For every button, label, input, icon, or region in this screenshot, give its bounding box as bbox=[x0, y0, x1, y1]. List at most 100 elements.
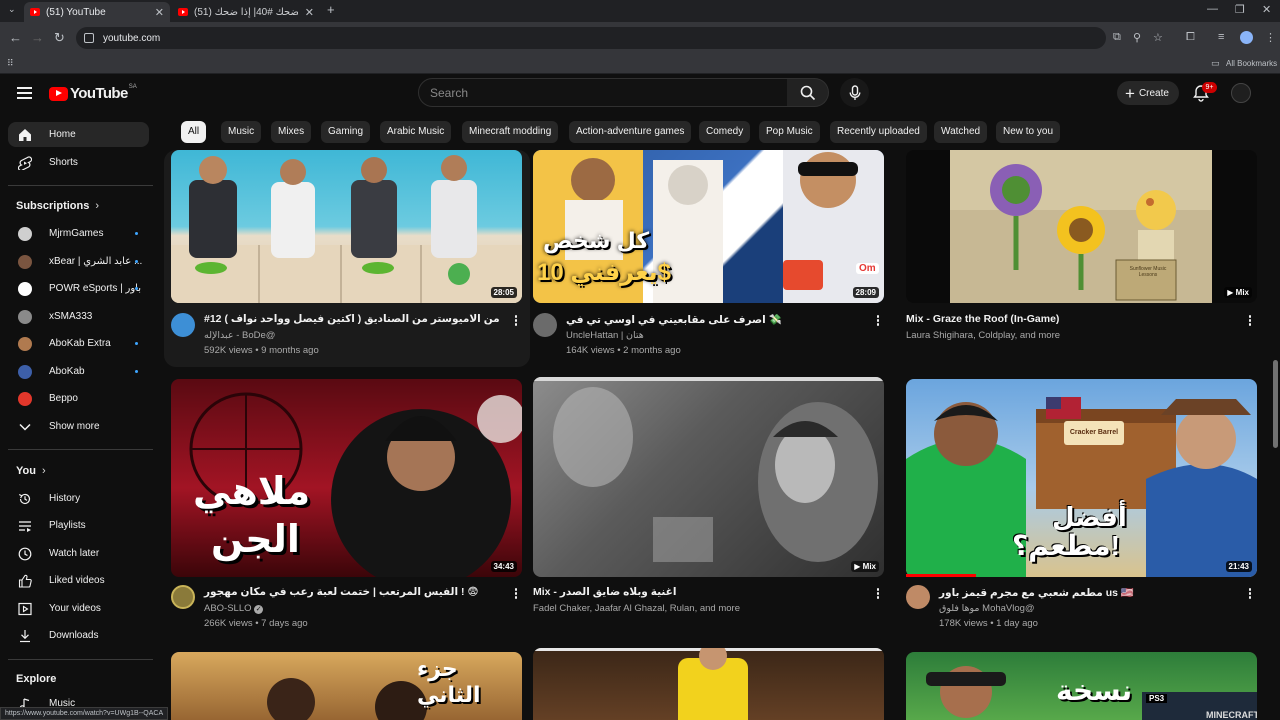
profile-icon[interactable] bbox=[1240, 31, 1253, 44]
channel-avatar[interactable] bbox=[171, 585, 195, 609]
chip-music[interactable]: Music bbox=[221, 121, 262, 143]
chip-new-to-you[interactable]: New to you bbox=[996, 121, 1061, 143]
chip-watched[interactable]: Watched bbox=[934, 121, 988, 143]
sidebar-item-your-videos[interactable]: Your videos bbox=[8, 596, 149, 621]
channel-avatar[interactable] bbox=[906, 585, 930, 609]
video-title[interactable]: اصرف على مقابعيني في اوسي تي في 💸 bbox=[566, 313, 782, 326]
video-thumbnail[interactable]: ▶︎ Mix bbox=[533, 377, 884, 577]
video-duration: 21:43 bbox=[1225, 561, 1252, 572]
chip-action-adventure-games[interactable]: Action-adventure games bbox=[569, 121, 692, 143]
sidebar-item-watch-later[interactable]: Watch later bbox=[8, 541, 149, 566]
sidebar-item-shorts[interactable]: Shorts bbox=[8, 150, 149, 175]
back-icon[interactable]: ← bbox=[9, 30, 22, 45]
bookmark-star-icon[interactable]: ☆ bbox=[1153, 31, 1163, 44]
sidebar-item-subscription[interactable]: AboKab Extra bbox=[8, 331, 149, 356]
sidebar-item-subscription[interactable]: Beppo bbox=[8, 386, 149, 411]
media-controls-icon[interactable]: ≡ bbox=[1218, 31, 1224, 43]
channel-avatar[interactable] bbox=[171, 313, 195, 337]
video-channel[interactable]: Fadel Chaker, Jaafar Al Ghazal, Rulan, a… bbox=[533, 603, 740, 614]
youtube-logo[interactable]: YouTube SA bbox=[49, 84, 137, 102]
more-actions-icon[interactable] bbox=[1248, 314, 1252, 327]
sidebar-item-liked-videos[interactable]: Liked videos bbox=[8, 568, 149, 593]
sidebar-item-subscription[interactable]: MjrmGames bbox=[8, 221, 149, 246]
video-title[interactable]: #12 من الاميوستر من الصناديق ( اكتين فيص… bbox=[204, 313, 500, 325]
thumbnail-text: مطعم؟! bbox=[1012, 530, 1120, 561]
sidebar-item-downloads[interactable]: Downloads bbox=[8, 623, 149, 648]
video-thumbnail[interactable]: نسخة PS3 MINECRAFT bbox=[906, 652, 1257, 720]
chip-mixes[interactable]: Mixes bbox=[271, 121, 312, 143]
chip-all[interactable]: All bbox=[181, 121, 207, 143]
subscriptions-heading[interactable]: Subscriptions › bbox=[16, 200, 99, 212]
reload-icon[interactable]: ↻ bbox=[54, 30, 65, 46]
video-title[interactable]: Mix - Graze the Roof (In-Game) bbox=[906, 313, 1059, 325]
close-tab-icon[interactable]: ✕ bbox=[305, 6, 314, 19]
menu-icon[interactable] bbox=[17, 87, 32, 99]
create-button[interactable]: + Create bbox=[1117, 81, 1179, 105]
mix-icon: ▶︎ bbox=[1227, 288, 1236, 297]
search-input[interactable]: Search bbox=[418, 78, 788, 107]
search-button[interactable] bbox=[787, 78, 829, 107]
video-channel[interactable]: UncleHattan | هتان bbox=[566, 330, 644, 341]
chip-pop-music[interactable]: Pop Music bbox=[759, 121, 820, 143]
video-channel[interactable]: موها فلوق MohaVlog@ bbox=[939, 603, 1035, 614]
new-content-dot bbox=[135, 287, 138, 290]
sidebar-item-playlists[interactable]: Playlists bbox=[8, 513, 149, 538]
more-actions-icon[interactable] bbox=[876, 587, 880, 600]
sidebar-item-label: POWR eSports | باور bbox=[49, 283, 142, 294]
minimize-window-icon[interactable]: — bbox=[1207, 3, 1218, 15]
video-channel[interactable]: Laura Shigihara, Coldplay, and more bbox=[906, 330, 1060, 341]
sidebar-item-subscription[interactable]: xSMA333 bbox=[8, 304, 149, 329]
extensions-icon[interactable]: ⧠ bbox=[1186, 31, 1195, 44]
chip-comedy[interactable]: Comedy bbox=[699, 121, 751, 143]
video-channel[interactable]: عبدالإله - BoDe@ bbox=[204, 330, 275, 341]
sidebar-item-home[interactable]: Home bbox=[8, 122, 149, 147]
new-tab-icon[interactable]: + bbox=[327, 2, 335, 17]
video-channel-row[interactable]: ABO-SLLO ✓ bbox=[204, 603, 264, 614]
sidebar-item-subscription[interactable]: POWR eSports | باور bbox=[8, 276, 149, 301]
close-tab-icon[interactable]: ✕ bbox=[155, 6, 164, 19]
video-channel: ABO-SLLO bbox=[204, 603, 252, 614]
video-title[interactable]: Mix - اغنية وبلاه ضايق الصدر bbox=[533, 586, 676, 598]
all-bookmarks-link[interactable]: All Bookmarks bbox=[1226, 59, 1277, 68]
more-actions-icon[interactable] bbox=[1248, 587, 1252, 600]
video-thumbnail[interactable]: Sunflower Music Lessons ▶︎ Mix bbox=[906, 150, 1257, 303]
close-window-icon[interactable]: ✕ bbox=[1262, 3, 1271, 16]
chip-minecraft-modding[interactable]: Minecraft modding bbox=[462, 121, 559, 143]
chrome-menu-icon[interactable]: ⋮ bbox=[1265, 31, 1276, 44]
video-thumbnail[interactable]: كل شخص يعرفني 10$ Om 28:09 bbox=[533, 150, 884, 303]
video-title[interactable]: الفيس المرتعب | ختمت لعبة رعب في مكان مه… bbox=[204, 586, 478, 598]
site-info-icon[interactable] bbox=[84, 33, 94, 43]
more-actions-icon[interactable] bbox=[876, 314, 880, 327]
forward-icon[interactable]: → bbox=[31, 30, 44, 45]
browser-tab-video[interactable]: (51) تويز لا تضحك #40| إذا ضحك... ✕ bbox=[172, 2, 320, 22]
page-scrollbar[interactable] bbox=[1273, 360, 1278, 448]
your-videos-icon bbox=[18, 602, 32, 616]
install-app-icon[interactable]: ⧉ bbox=[1113, 31, 1121, 44]
video-title[interactable]: مطعم شعبي مع مجرم قيمز باور us 🇺🇸 bbox=[939, 586, 1134, 599]
tab-search-icon[interactable]: ⌄ bbox=[8, 4, 16, 15]
browser-tab-youtube[interactable]: (51) YouTube ✕ bbox=[24, 2, 170, 22]
more-actions-icon[interactable] bbox=[514, 587, 518, 600]
video-thumbnail[interactable]: 28:05 bbox=[171, 150, 522, 303]
url-field[interactable]: youtube.com bbox=[76, 27, 1106, 49]
chip-gaming[interactable]: Gaming bbox=[321, 121, 371, 143]
channel-avatar[interactable] bbox=[533, 313, 557, 337]
chip-recently-uploaded[interactable]: Recently uploaded bbox=[830, 121, 927, 143]
more-actions-icon[interactable] bbox=[514, 314, 518, 327]
video-thumbnail[interactable]: ملاهي الجن 34:43 bbox=[171, 379, 522, 577]
video-thumbnail[interactable]: أفضل مطعم؟! Cracker Barrel 21:43 bbox=[906, 379, 1257, 577]
sidebar-item-history[interactable]: History bbox=[8, 486, 149, 511]
video-thumbnail[interactable]: جزء الثاني bbox=[171, 652, 522, 720]
voice-search-button[interactable] bbox=[840, 78, 869, 107]
show-more-button[interactable]: Show more bbox=[8, 414, 149, 439]
zoom-icon[interactable]: ⚲ bbox=[1133, 31, 1141, 44]
sidebar-item-label: Downloads bbox=[49, 630, 99, 641]
sidebar-item-subscription[interactable]: xBear | عابد الشري ... bbox=[8, 249, 149, 274]
you-heading[interactable]: You › bbox=[16, 465, 46, 477]
chip-arabic-music[interactable]: Arabic Music bbox=[380, 121, 452, 143]
account-avatar[interactable] bbox=[1231, 83, 1251, 103]
video-thumbnail[interactable] bbox=[533, 648, 884, 720]
maximize-window-icon[interactable]: ❐ bbox=[1235, 3, 1245, 16]
sidebar-item-subscription[interactable]: AboKab bbox=[8, 359, 149, 384]
apps-grid-icon[interactable]: ⠿ bbox=[7, 58, 14, 69]
